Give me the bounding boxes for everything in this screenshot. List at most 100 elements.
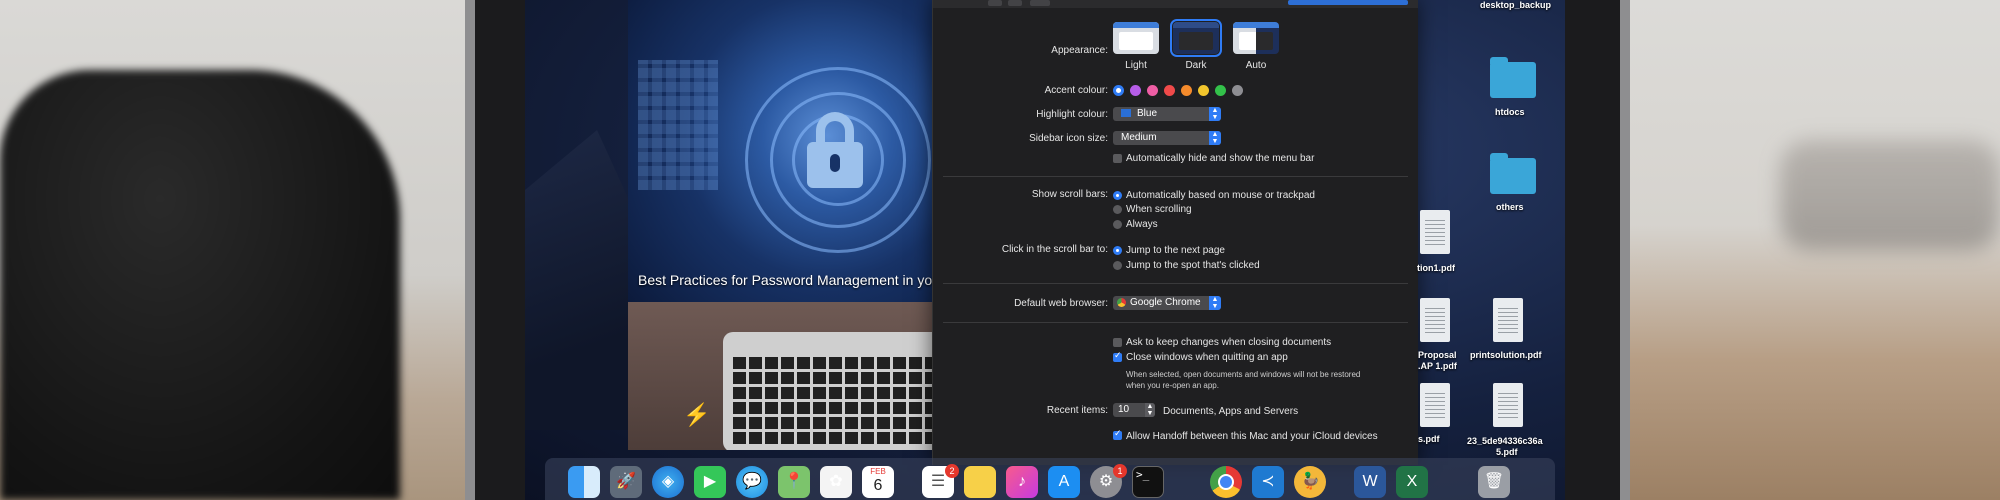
close-windows-checkbox[interactable] xyxy=(1113,350,1122,362)
handoff-checkbox[interactable] xyxy=(1113,428,1122,440)
default-browser-value: Google Chrome xyxy=(1130,297,1201,308)
reminders-badge: 2 xyxy=(945,464,959,478)
back-button[interactable] xyxy=(988,0,1002,6)
calendar-icon[interactable]: FEB 6 xyxy=(862,466,894,498)
search-field[interactable] xyxy=(1288,0,1408,5)
accent-colour-label: Accent colour: xyxy=(1044,85,1108,96)
separator xyxy=(943,322,1408,323)
safari-icon[interactable]: ◈ xyxy=(652,466,684,498)
scroll-always-radio[interactable] xyxy=(1113,220,1122,229)
finder-icon[interactable] xyxy=(568,466,600,498)
vscode-icon[interactable]: ≺ xyxy=(1252,466,1284,498)
accent-yellow[interactable] xyxy=(1198,85,1209,96)
calendar-day: 6 xyxy=(873,477,883,494)
file-tion1-label[interactable]: tion1.pdf xyxy=(1417,263,1455,273)
chrome-small-icon xyxy=(1117,297,1126,307)
background-chair xyxy=(0,70,400,500)
trash-icon[interactable]: 🗑 xyxy=(1478,466,1510,498)
photos-icon[interactable]: ✿ xyxy=(820,466,852,498)
scroll-when-scrolling-radio[interactable] xyxy=(1113,205,1122,214)
folder-htdocs-label[interactable]: htdocs xyxy=(1495,107,1525,117)
word-icon[interactable]: W xyxy=(1354,466,1386,498)
pdf-file-icon[interactable] xyxy=(1493,298,1523,342)
appearance-dark-thumb[interactable] xyxy=(1170,19,1222,57)
pdf-file-icon[interactable] xyxy=(1420,210,1450,254)
popup-arrows-icon: ▲ ▼ xyxy=(1209,107,1221,121)
padlock-keyhole xyxy=(830,154,840,172)
default-browser-popup[interactable]: Google Chrome ▲ ▼ xyxy=(1113,296,1221,310)
sidebar-icon-size-popup[interactable]: Medium ▲ ▼ xyxy=(1113,131,1221,145)
notes-icon[interactable] xyxy=(964,466,996,498)
accent-pink[interactable] xyxy=(1147,85,1158,96)
file-23-label[interactable]: 23_5de94336c36a xyxy=(1467,436,1543,446)
music-icon[interactable]: ♪ xyxy=(1006,466,1038,498)
appearance-auto-thumb[interactable] xyxy=(1233,22,1279,54)
recent-items-value: 10 xyxy=(1118,404,1130,415)
accent-red[interactable] xyxy=(1164,85,1175,96)
file-ap1-label[interactable]: .AP 1.pdf xyxy=(1418,361,1457,371)
separator xyxy=(943,283,1408,284)
scroll-auto-radio[interactable] xyxy=(1113,191,1122,200)
file-s-pdf-label[interactable]: s.pdf xyxy=(1418,434,1440,444)
recent-items-stepper[interactable]: 10 ▲ ▼ xyxy=(1113,403,1155,417)
jump-next-page-label: Jump to the next page xyxy=(1126,245,1225,256)
charging-bolt-icon: ⚡ xyxy=(683,402,711,427)
chrome-icon[interactable] xyxy=(1210,466,1242,498)
popup-arrows-icon: ▲ ▼ xyxy=(1209,296,1221,310)
pixel-pattern xyxy=(638,60,718,190)
appearance-auto-label: Auto xyxy=(1245,60,1267,71)
pdf-file-icon[interactable] xyxy=(1420,298,1450,342)
appearance-light-thumb[interactable] xyxy=(1113,22,1159,54)
article-hero-image: Best Practices for Password Management i… xyxy=(628,0,935,302)
launchpad-icon[interactable]: 🚀 xyxy=(610,466,642,498)
background-right xyxy=(1630,0,2000,500)
accent-purple[interactable] xyxy=(1130,85,1141,96)
jump-spot-radio[interactable] xyxy=(1113,261,1122,270)
accent-graphite[interactable] xyxy=(1232,85,1243,96)
cyberduck-icon[interactable]: 🦆 xyxy=(1294,466,1326,498)
appearance-label: Appearance: xyxy=(1051,45,1108,56)
messages-icon[interactable]: 💬 xyxy=(736,466,768,498)
jump-next-page-radio[interactable] xyxy=(1113,246,1122,255)
article-title[interactable]: Best Practices for Password Management i… xyxy=(638,272,935,288)
highlight-colour-label: Highlight colour: xyxy=(1036,109,1108,120)
wallpaper-mountain xyxy=(525,130,645,430)
show-all-button[interactable] xyxy=(1030,0,1050,6)
popup-arrows-icon: ▲ ▼ xyxy=(1209,131,1221,145)
autohide-menu-checkbox[interactable] xyxy=(1113,154,1122,163)
article-laptop-photo: ⚡ xyxy=(628,302,935,450)
forward-button[interactable] xyxy=(1008,0,1022,6)
close-windows-label: Close windows when quitting an app xyxy=(1126,352,1288,363)
laptop-screen: Best Practices for Password Management i… xyxy=(525,0,1565,500)
handoff-label: Allow Handoff between this Mac and your … xyxy=(1126,431,1378,442)
pdf-file-icon[interactable] xyxy=(1493,383,1523,427)
folder-icon[interactable] xyxy=(1490,153,1536,194)
accent-blue[interactable] xyxy=(1113,85,1124,96)
file-proposal-label[interactable]: Proposal xyxy=(1418,350,1457,360)
jump-spot-label: Jump to the spot that's clicked xyxy=(1126,260,1260,271)
ask-keep-changes-label: Ask to keep changes when closing documen… xyxy=(1126,337,1332,348)
folder-icon[interactable] xyxy=(1490,57,1536,98)
desktop-backup-label[interactable]: desktop_backup xyxy=(1480,0,1551,10)
file-printsolution-label[interactable]: printsolution.pdf xyxy=(1470,350,1541,360)
default-browser-label: Default web browser: xyxy=(1014,298,1108,309)
folder-others-label[interactable]: others xyxy=(1496,202,1524,212)
app-store-icon[interactable]: A xyxy=(1048,466,1080,498)
file-23-ext-label[interactable]: 5.pdf xyxy=(1496,447,1518,457)
scroll-auto-label: Automatically based on mouse or trackpad xyxy=(1126,190,1315,201)
ask-keep-changes-checkbox[interactable] xyxy=(1113,338,1122,347)
pdf-file-icon[interactable] xyxy=(1420,383,1450,427)
excel-icon[interactable]: X xyxy=(1396,466,1428,498)
maps-icon[interactable]: 📍 xyxy=(778,466,810,498)
photo-keyboard xyxy=(733,354,935,444)
accent-green[interactable] xyxy=(1215,85,1226,96)
highlight-colour-value: Blue xyxy=(1137,108,1158,119)
terminal-icon[interactable]: >_ xyxy=(1132,466,1164,498)
highlight-colour-popup[interactable]: Blue ▲ ▼ xyxy=(1113,107,1221,121)
accent-orange[interactable] xyxy=(1181,85,1192,96)
system-preferences-badge: 1 xyxy=(1113,464,1127,478)
recent-items-label: Recent items: xyxy=(1046,405,1108,416)
separator xyxy=(943,176,1408,177)
facetime-icon[interactable]: ▶ xyxy=(694,466,726,498)
close-windows-note-line1: When selected, open documents and window… xyxy=(1126,370,1361,379)
